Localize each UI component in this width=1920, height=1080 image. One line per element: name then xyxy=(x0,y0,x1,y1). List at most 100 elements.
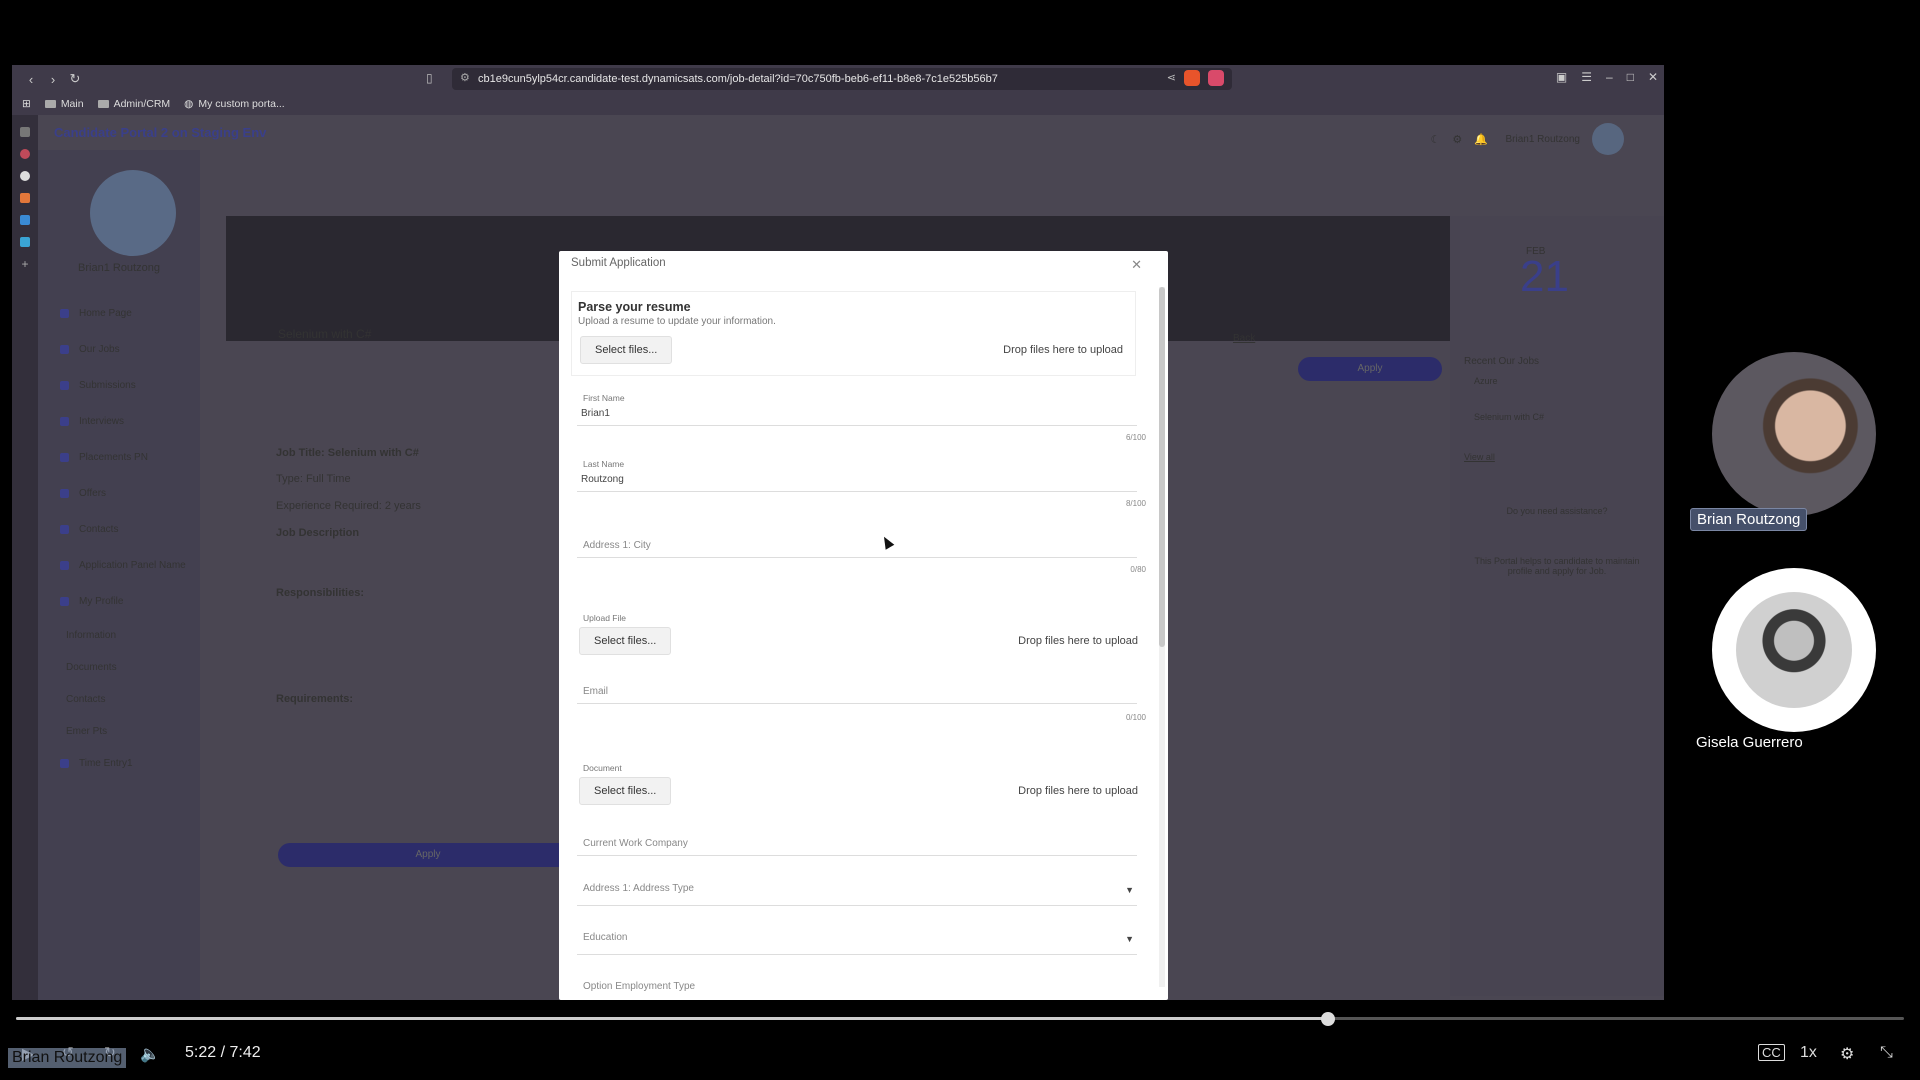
maximize-icon[interactable]: □ xyxy=(1627,70,1634,84)
nav-item-time-entry[interactable]: Time Entry1 xyxy=(60,758,133,769)
brave-shield-icon[interactable] xyxy=(1184,70,1200,86)
folder-icon xyxy=(97,100,109,108)
participant-photo xyxy=(1736,592,1852,708)
submit-application-dialog: Submit Application ✕ Parse your resume U… xyxy=(559,251,1168,1000)
nav-item-offers[interactable]: Offers xyxy=(60,488,106,499)
job-description-heading: Job Description xyxy=(276,527,360,539)
rewards-icon[interactable] xyxy=(1208,70,1224,86)
briefcase-icon xyxy=(60,345,69,354)
back-icon[interactable]: ‹ xyxy=(20,72,42,87)
menu-icon[interactable]: ☰ xyxy=(1581,70,1592,84)
close-icon[interactable]: ✕ xyxy=(1131,257,1142,273)
first-name-counter: 6/100 xyxy=(1125,433,1146,442)
close-window-icon[interactable]: ✕ xyxy=(1648,70,1658,84)
header-user-name: Brian1 Routzong xyxy=(1505,133,1581,145)
bookmark-icon[interactable]: ▯ xyxy=(426,71,433,85)
city-counter: 0/80 xyxy=(1130,565,1146,574)
upload-select-files-button[interactable]: Select files... xyxy=(579,627,672,655)
volume-icon[interactable]: 🔈 xyxy=(140,1044,160,1064)
apply-button[interactable]: Apply xyxy=(1298,357,1442,381)
back-link[interactable]: Back xyxy=(1233,333,1255,344)
nav-item-our-jobs[interactable]: Our Jobs xyxy=(60,344,120,355)
dialog-scrollbar[interactable] xyxy=(1159,287,1165,987)
portal-page: Candidate Portal 2 on Staging Env ☾ ⚙ 🔔 … xyxy=(38,115,1664,1000)
minimize-icon[interactable]: – xyxy=(1606,70,1613,84)
view-all-link[interactable]: View all xyxy=(1464,452,1495,462)
first-name-field[interactable]: Brian1 xyxy=(581,408,610,419)
apps-icon[interactable]: ⊞ xyxy=(22,98,31,110)
seek-bar-fill xyxy=(16,1017,1329,1020)
last-name-label: Last Name xyxy=(583,459,625,469)
city-underline xyxy=(577,557,1137,558)
sidebar-app-icon[interactable] xyxy=(20,215,30,225)
office-icon[interactable] xyxy=(20,193,30,203)
chart-icon xyxy=(60,417,69,426)
nav-item-documents[interactable]: Documents xyxy=(66,662,117,673)
upload-drop-zone[interactable]: Drop files here to upload xyxy=(1018,635,1138,647)
address-type-dropdown[interactable]: Address 1: Address Type xyxy=(583,883,694,894)
apply-button-bottom[interactable]: Apply xyxy=(278,843,578,867)
star-icon xyxy=(60,525,69,534)
theme-icon[interactable]: ☾ xyxy=(1431,133,1441,146)
email-field[interactable]: Email xyxy=(583,686,608,697)
chevron-down-icon[interactable]: ▼ xyxy=(1125,934,1134,944)
nav-item-emer-pts[interactable]: Emer Pts xyxy=(66,726,107,737)
recent-job-item[interactable]: Azure xyxy=(1474,376,1498,386)
browser-toolbar: ‹ › ↻ ▯ ⚙ cb1e9cun5ylp54cr.candidate-tes… xyxy=(12,65,1664,93)
settings-icon[interactable]: ⚙ xyxy=(1452,133,1462,146)
add-icon[interactable]: + xyxy=(20,258,30,270)
job-header-title: Selenium with C# xyxy=(278,327,372,341)
gear-icon[interactable]: ⚙ xyxy=(1840,1044,1854,1064)
bookmark-custom-portal[interactable]: ◍ My custom porta... xyxy=(184,98,285,110)
last-name-field[interactable]: Routzong xyxy=(581,474,624,485)
extension-icon[interactable]: ▣ xyxy=(1556,70,1567,84)
bell-icon[interactable]: 🔔 xyxy=(1474,133,1488,146)
nav-item-placements[interactable]: Placements PN xyxy=(60,452,148,463)
caption-text: Brian Routzong xyxy=(8,1048,127,1068)
nav-item-interviews[interactable]: Interviews xyxy=(60,416,124,427)
resume-drop-zone[interactable]: Drop files here to upload xyxy=(1003,344,1123,356)
nav-item-profile-contacts[interactable]: Contacts xyxy=(66,694,105,705)
chevron-down-icon[interactable]: ▼ xyxy=(1125,885,1134,895)
scroll-thumb[interactable] xyxy=(1159,287,1165,647)
sidebar-toggle-icon[interactable] xyxy=(20,127,30,137)
last-name-underline xyxy=(577,491,1137,492)
address-bar[interactable]: ⚙ cb1e9cun5ylp54cr.candidate-test.dynami… xyxy=(452,68,1232,90)
sidebar-app-icon[interactable] xyxy=(20,237,30,247)
document-drop-zone[interactable]: Drop files here to upload xyxy=(1018,785,1138,797)
playback-speed[interactable]: 1x xyxy=(1800,1044,1817,1062)
seek-bar[interactable] xyxy=(16,1012,1904,1026)
forward-icon[interactable]: › xyxy=(42,72,64,87)
recent-job-item[interactable]: Selenium with C# xyxy=(1474,412,1544,422)
github-icon[interactable] xyxy=(20,171,30,181)
resume-select-files-button[interactable]: Select files... xyxy=(580,336,673,364)
reload-icon[interactable]: ↻ xyxy=(64,71,86,87)
header-actions: ☾ ⚙ 🔔 Brian1 Routzong xyxy=(1431,123,1624,155)
exit-fullscreen-icon[interactable]: ⤡ xyxy=(1880,1044,1893,1062)
closed-captions-icon[interactable]: CC xyxy=(1758,1044,1785,1061)
avatar[interactable] xyxy=(1592,123,1624,155)
nav-item-home[interactable]: Home Page xyxy=(60,308,132,319)
share-icon[interactable]: ⋖ xyxy=(1167,71,1176,84)
user-icon xyxy=(60,597,69,606)
sidebar-app-icon[interactable] xyxy=(20,149,30,159)
nav-item-contacts[interactable]: Contacts xyxy=(60,524,118,535)
bookmark-main[interactable]: Main xyxy=(44,98,84,110)
company-field[interactable]: Current Work Company xyxy=(583,838,688,849)
nav-item-application-panel[interactable]: Application Panel Name xyxy=(60,560,186,571)
city-field[interactable]: Address 1: City xyxy=(583,540,651,551)
employment-type-field[interactable]: Option Employment Type xyxy=(583,981,695,992)
company-underline xyxy=(577,855,1137,856)
document-select-files-button[interactable]: Select files... xyxy=(579,777,672,805)
participant-name: Gisela Guerrero xyxy=(1696,734,1803,751)
chevron-icon xyxy=(60,453,69,462)
first-name-label: First Name xyxy=(583,393,625,403)
nav-item-my-profile[interactable]: My Profile xyxy=(60,596,123,607)
seek-handle[interactable] xyxy=(1321,1012,1336,1026)
nav-item-submissions[interactable]: Submissions xyxy=(60,380,136,391)
education-dropdown[interactable]: Education xyxy=(583,932,627,943)
bookmark-admin-crm[interactable]: Admin/CRM xyxy=(97,98,170,110)
nav-item-information[interactable]: Information xyxy=(66,630,116,641)
job-type-line: Type: Full Time xyxy=(276,473,351,485)
site-info-icon[interactable]: ⚙ xyxy=(460,71,470,84)
